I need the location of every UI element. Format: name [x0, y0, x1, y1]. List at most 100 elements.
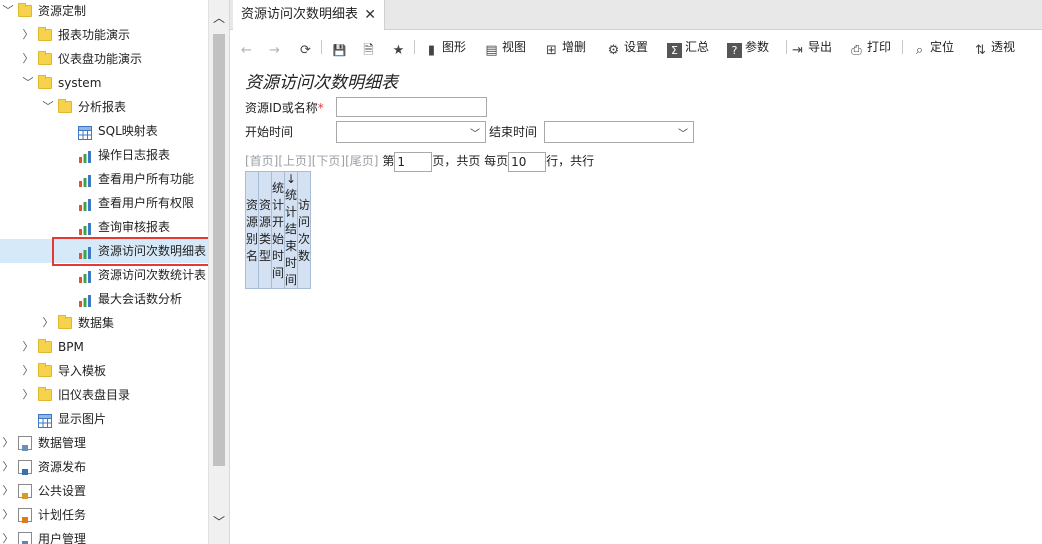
summary-button[interactable]: Σ 汇总 [667, 32, 709, 62]
favorite-button[interactable]: ★ [391, 32, 409, 62]
column-header[interactable]: 资源类型 [258, 171, 273, 289]
back-button[interactable]: ← [239, 32, 257, 62]
tree-item[interactable]: 操作日志报表 [0, 143, 208, 167]
refresh-button[interactable]: ⟳ [298, 32, 316, 62]
rows-per-page-input[interactable]: 10 [508, 151, 547, 172]
save-as-button[interactable]: 🗎 [361, 32, 379, 62]
tree-item[interactable]: 查看用户所有功能 [0, 167, 208, 191]
folder-icon [38, 27, 52, 41]
expand-chevron-right-icon[interactable]: 〉 [22, 359, 34, 383]
tree-item-label: 数据集 [78, 316, 115, 330]
page-prefix: 第 [382, 154, 395, 168]
end-time-label: 结束时间 [489, 125, 538, 139]
scrollbar-thumb[interactable] [213, 34, 225, 466]
tree-item[interactable]: 〉 公共设置 [0, 479, 208, 503]
tree-item[interactable]: 〉 用户管理 [0, 527, 208, 544]
column-header[interactable]: 访问次数 [297, 171, 312, 289]
save-button[interactable]: 💾 [332, 32, 350, 62]
tree-item[interactable]: 最大会话数分析 [0, 287, 208, 311]
forward-button[interactable]: → [267, 32, 285, 62]
bar-chart-icon [78, 244, 92, 259]
resource-tree-sidebar: ﹀ 资源定制〉报表功能演示〉仪表盘功能演示 ﹀ system ﹀ 分析报表 SQL映射表操作… [0, 0, 230, 544]
expand-chevron-right-icon[interactable]: 〉 [2, 455, 14, 479]
expand-chevron-down-icon[interactable]: ﹀ [42, 95, 54, 119]
tree-item[interactable]: SQL映射表 [0, 119, 208, 143]
tree-item[interactable]: 〉 导入模板 [0, 359, 208, 383]
tree-item[interactable]: 显示图片 [0, 407, 208, 431]
tree-item[interactable]: 查询审核报表 [0, 215, 208, 239]
forward-arrow-icon: → [269, 43, 280, 58]
user-doc-icon [18, 532, 32, 544]
locate-button[interactable]: ⌕ 定位 [912, 32, 954, 62]
expand-chevron-down-icon[interactable]: ﹀ [22, 71, 34, 95]
resource-id-input[interactable] [336, 97, 487, 117]
parameter-button[interactable]: ? 参数 [727, 32, 769, 62]
expand-chevron-right-icon[interactable]: 〉 [2, 503, 14, 527]
tree-item[interactable]: 〉 计划任务 [0, 503, 208, 527]
first-page-link[interactable]: [首页] [245, 154, 278, 168]
settings-button[interactable]: ⚙ 设置 [606, 32, 648, 62]
tree-item-label: 操作日志报表 [98, 148, 171, 162]
tree-item-label: 用户管理 [38, 532, 87, 544]
prev-page-link[interactable]: [上页] [278, 154, 311, 168]
expand-chevron-right-icon[interactable]: 〉 [2, 479, 14, 503]
folder-icon [38, 363, 52, 377]
scroll-down-icon[interactable]: ﹀ [209, 512, 229, 532]
publish-doc-icon [18, 460, 32, 475]
column-header-sorted[interactable]: ↓统计结束时间 [284, 171, 299, 289]
data-doc-icon [18, 436, 32, 451]
tree-item[interactable]: 〉 仪表盘功能演示 [0, 47, 208, 71]
pagination-bar: [首页][上页][下页][尾页] 第 1 页，共页 每页 10 行，共行 [245, 150, 594, 172]
tree-item[interactable]: ﹀ 分析报表 [0, 95, 208, 119]
tree-item[interactable]: 资源访问次数明细表 [0, 239, 208, 263]
chart-button[interactable]: ▮ 图形 [424, 32, 466, 62]
tree-item-label: 资源发布 [38, 460, 87, 474]
scroll-up-icon[interactable]: ︿ [209, 8, 229, 28]
view-button[interactable]: ▤ 视图 [484, 32, 526, 62]
expand-chevron-right-icon[interactable]: 〉 [22, 335, 34, 359]
expand-chevron-right-icon[interactable]: 〉 [22, 383, 34, 407]
pivot-button[interactable]: ⇅ 透视 [973, 32, 1015, 62]
expand-chevron-right-icon[interactable]: 〉 [42, 311, 54, 335]
save-icon: 💾 [332, 44, 347, 57]
page-number-input[interactable]: 1 [394, 151, 433, 172]
column-header[interactable]: 资源别名 [244, 171, 260, 289]
tree-item[interactable]: ﹀ system [0, 71, 208, 95]
tree-item[interactable]: 〉 资源发布 [0, 455, 208, 479]
tree-item-label: 计划任务 [38, 508, 87, 522]
sidebar-scrollbar[interactable]: ︿ ﹀ [208, 0, 229, 544]
column-header[interactable]: 统计开始时间 [271, 171, 286, 289]
tree-item[interactable]: 〉 报表功能演示 [0, 23, 208, 47]
tree-item[interactable]: 查看用户所有权限 [0, 191, 208, 215]
close-icon[interactable]: ✕ [364, 0, 376, 30]
summary-icon: Σ [667, 43, 682, 58]
toolbar-button-label: 参数 [745, 40, 770, 54]
tree-item-label: 资源访问次数统计表 [98, 268, 207, 282]
start-time-select[interactable]: ﹀ [336, 121, 486, 143]
expand-chevron-right-icon[interactable]: 〉 [2, 431, 14, 455]
tree-item[interactable]: 〉 BPM [0, 335, 208, 359]
pivot-icon: ⇅ [975, 43, 986, 58]
toolbar-divider [786, 40, 787, 54]
tab-resource-access-detail[interactable]: 资源访问次数明细表 ✕ [233, 0, 386, 30]
add-delete-button[interactable]: ⊞ 增删 [544, 32, 586, 62]
tree-item[interactable]: 资源访问次数统计表 [0, 263, 208, 287]
expand-chevron-right-icon[interactable]: 〉 [2, 527, 14, 544]
expand-chevron-down-icon[interactable]: ﹀ [2, 0, 14, 23]
next-page-link[interactable]: [下页] [312, 154, 345, 168]
tree-item-label: 公共设置 [38, 484, 87, 498]
tree-item[interactable]: ﹀ 资源定制 [0, 0, 208, 23]
print-button[interactable]: ⎙ 打印 [849, 32, 891, 62]
bar-chart-icon [78, 172, 92, 187]
expand-chevron-right-icon[interactable]: 〉 [22, 47, 34, 71]
last-page-link[interactable]: [尾页] [345, 154, 378, 168]
chart-icon: ▮ [427, 43, 436, 58]
end-time-select[interactable]: ﹀ [544, 121, 694, 143]
bar-chart-icon [78, 196, 92, 211]
tree-item[interactable]: 〉 旧仪表盘目录 [0, 383, 208, 407]
export-button[interactable]: ⇥ 导出 [790, 32, 832, 62]
expand-chevron-right-icon[interactable]: 〉 [22, 23, 34, 47]
toolbar-divider [414, 40, 415, 54]
tree-item[interactable]: 〉 数据管理 [0, 431, 208, 455]
tree-item[interactable]: 〉 数据集 [0, 311, 208, 335]
